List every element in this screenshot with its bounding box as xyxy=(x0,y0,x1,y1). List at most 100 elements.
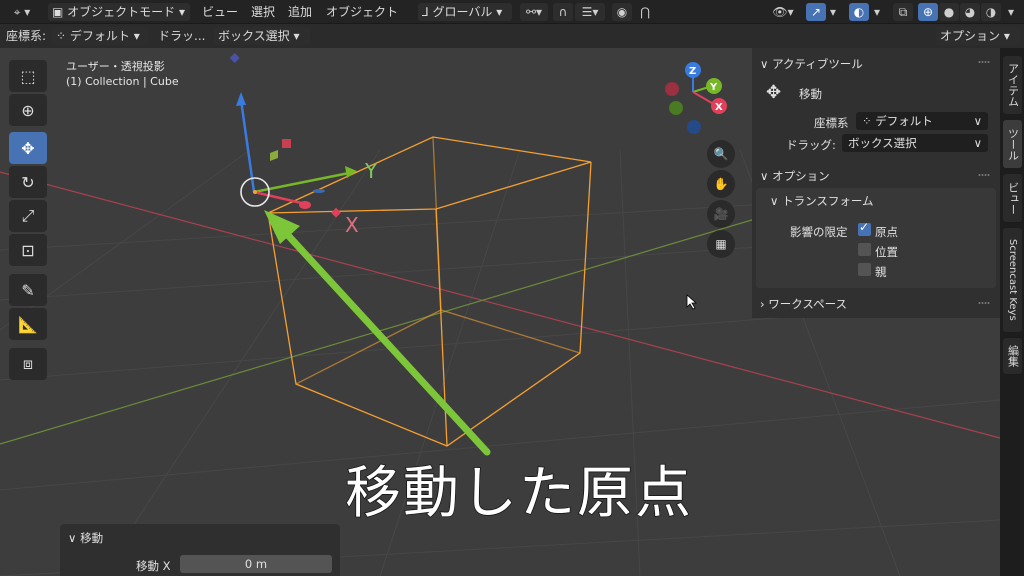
wireframe-sphere-icon: ⊕ xyxy=(922,5,934,19)
panel-drag-dropdown[interactable]: ボックス選択 ∨ xyxy=(842,134,988,152)
checkbox-origins-label: 原点 xyxy=(875,225,898,239)
shading-solid[interactable]: ● xyxy=(939,3,959,21)
orientation-icon: ⅃ xyxy=(422,5,433,19)
ortho-toggle-button[interactable]: ▦ xyxy=(707,230,735,258)
overlay-dropdown[interactable]: ▾ xyxy=(870,3,884,21)
tab-view[interactable]: ビュー xyxy=(1003,174,1022,222)
mouse-cursor-icon xyxy=(686,294,698,310)
tool-select-box[interactable]: ⬚ xyxy=(9,60,47,92)
tool-scale[interactable]: ⤢ xyxy=(9,200,47,232)
shading-rendered[interactable]: ◑ xyxy=(981,3,1001,21)
options-dropdown[interactable]: オプション ▾ xyxy=(936,27,1020,45)
header-bar: ⌖ ▾ ▣ オブジェクトモード ▾ ビュー 選択 追加 オブジェクト ⅃ グロー… xyxy=(0,0,1024,24)
options-header[interactable]: ∨ オプション xyxy=(760,168,830,184)
drag-dropdown[interactable]: ボックス選択 ▾ xyxy=(214,27,310,45)
panel-coord-dropdown[interactable]: ⁘ デフォルト ∨ xyxy=(856,112,988,130)
annotation-arrow xyxy=(264,210,491,456)
annotate-pen-icon: ✎ xyxy=(21,280,35,300)
chevron-down-icon: ▾ xyxy=(873,5,881,19)
pan-button[interactable]: ✋ xyxy=(707,170,735,198)
tab-screencast-keys[interactable]: Screencast Keys xyxy=(1003,228,1022,332)
tool-rotate[interactable]: ↻ xyxy=(9,166,47,198)
proportional-edit-toggle[interactable]: ◉ xyxy=(612,3,632,21)
tab-tool[interactable]: ツール xyxy=(1003,120,1022,168)
proportional-edit-icon: ◉ xyxy=(616,5,628,19)
navigation-gizmo[interactable]: Z Y X xyxy=(665,62,727,134)
checkbox-locations-label: 位置 xyxy=(875,245,898,259)
coord-dropdown[interactable]: ⁘ デフォルト ▾ xyxy=(52,27,148,45)
editor-type-button[interactable]: ⌖ ▾ xyxy=(4,3,40,21)
tool-annotate[interactable]: ✎ xyxy=(9,274,47,306)
move-x-label: 移動 X xyxy=(136,559,171,573)
eye-icon: 👁▾ xyxy=(772,5,794,19)
x-axis-label: X xyxy=(345,213,359,237)
object-mode-icon: ▣ xyxy=(52,5,68,19)
shading-wireframe[interactable]: ⊕ xyxy=(918,3,938,21)
snap-toggle[interactable]: ∩ xyxy=(553,3,573,21)
mode-dropdown[interactable]: ▣ オブジェクトモード ▾ xyxy=(48,3,190,21)
drag-grip-icon[interactable] xyxy=(978,60,990,64)
overlay-icon: ◐ xyxy=(853,5,865,19)
zoom-button[interactable]: 🔍 xyxy=(707,140,735,168)
tool-sidebar-panel: ∨ アクティブツール ✥ 移動 座標系 ⁘ デフォルト ∨ ドラッグ: ボックス選… xyxy=(752,48,1000,318)
tab-edit[interactable]: 編集 xyxy=(1003,338,1022,374)
menu-view[interactable]: ビュー xyxy=(202,3,238,21)
overlay-toggle[interactable]: ◐ xyxy=(849,3,869,21)
active-tool-name: 移動 xyxy=(799,87,822,101)
active-tool-header[interactable]: ∨ アクティブツール xyxy=(760,56,863,72)
svg-text:Z: Z xyxy=(689,66,696,77)
snap-target-button[interactable]: ☰▾ xyxy=(575,3,605,21)
menu-add[interactable]: 追加 xyxy=(288,3,312,21)
link-icon: ⚯▾ xyxy=(525,5,543,19)
checkmark-icon: ✓ xyxy=(859,220,870,234)
transform-orientation-dropdown[interactable]: ⅃ グローバル ▾ xyxy=(418,3,512,21)
active-tool-move-icon: ✥ xyxy=(766,82,782,103)
drag-grip-icon[interactable] xyxy=(978,173,990,177)
tool-transform[interactable]: ⊡ xyxy=(9,234,47,266)
move-gizmo[interactable] xyxy=(229,53,357,218)
menu-select[interactable]: 選択 xyxy=(251,3,275,21)
checkbox-locations[interactable] xyxy=(858,243,871,256)
pivot-point-button[interactable]: ⚯▾ xyxy=(520,3,548,21)
falloff-button[interactable]: ⋂ xyxy=(634,3,656,21)
collection-info: (1) Collection | Cube xyxy=(66,75,179,88)
svg-text:X: X xyxy=(715,102,723,113)
cube-wireframe[interactable] xyxy=(267,136,592,447)
operator-header[interactable]: ∨ 移動 xyxy=(68,530,103,546)
tool-move[interactable]: ✥ xyxy=(9,132,47,164)
transform-header[interactable]: ∨ トランスフォーム xyxy=(770,193,874,209)
tool-cursor[interactable]: ⊕ xyxy=(9,94,47,126)
chevron-down-icon: ∨ xyxy=(760,169,773,183)
xray-toggle[interactable]: ⧉ xyxy=(893,3,913,21)
shading-material[interactable]: ◕ xyxy=(960,3,980,21)
options-subpanel: ∨ トランスフォーム 影響の限定 ✓ 原点 位置 親 xyxy=(756,188,996,288)
chevron-down-icon: ▾ xyxy=(829,5,837,19)
tab-item[interactable]: アイテム xyxy=(1003,56,1022,114)
workspace-header[interactable]: › ワークスペース xyxy=(760,296,847,312)
shading-dropdown[interactable]: ▾ xyxy=(1004,3,1018,21)
magnet-icon: ∩ xyxy=(558,5,568,19)
view-name: ユーザー・透視投影 xyxy=(66,60,165,73)
gizmo-toggle[interactable]: ↗ xyxy=(806,3,826,21)
rotate-icon: ↻ xyxy=(21,172,35,192)
panel-coord-label: 座標系 xyxy=(814,116,849,130)
tool-measure[interactable]: 📐 xyxy=(9,308,47,340)
tool-add-cube[interactable]: ⧈ xyxy=(9,348,47,380)
gizmo-dropdown[interactable]: ▾ xyxy=(827,3,839,21)
camera-view-button[interactable]: 🎥 xyxy=(707,200,735,228)
xray-icon: ⧉ xyxy=(898,4,908,19)
adjust-last-operation-panel: ∨ 移動 移動 X 0 m xyxy=(60,524,340,576)
move-x-field[interactable]: 0 m xyxy=(180,555,332,573)
checkbox-origins[interactable]: ✓ xyxy=(858,220,871,236)
snap-increment-icon: ☰▾ xyxy=(581,5,599,19)
drag-grip-icon[interactable] xyxy=(978,301,990,305)
affect-only-label: 影響の限定 xyxy=(790,225,848,239)
solid-sphere-icon: ● xyxy=(943,5,955,19)
menu-object[interactable]: オブジェクト xyxy=(326,3,398,21)
grid-icon: ▦ xyxy=(715,237,727,251)
checkbox-parents[interactable] xyxy=(858,263,871,276)
visibility-button[interactable]: 👁▾ xyxy=(768,3,798,21)
gizmo-icon: ↗ xyxy=(810,5,822,19)
chevron-down-icon: ∨ xyxy=(760,57,773,71)
measure-icon: 📐 xyxy=(18,314,38,334)
